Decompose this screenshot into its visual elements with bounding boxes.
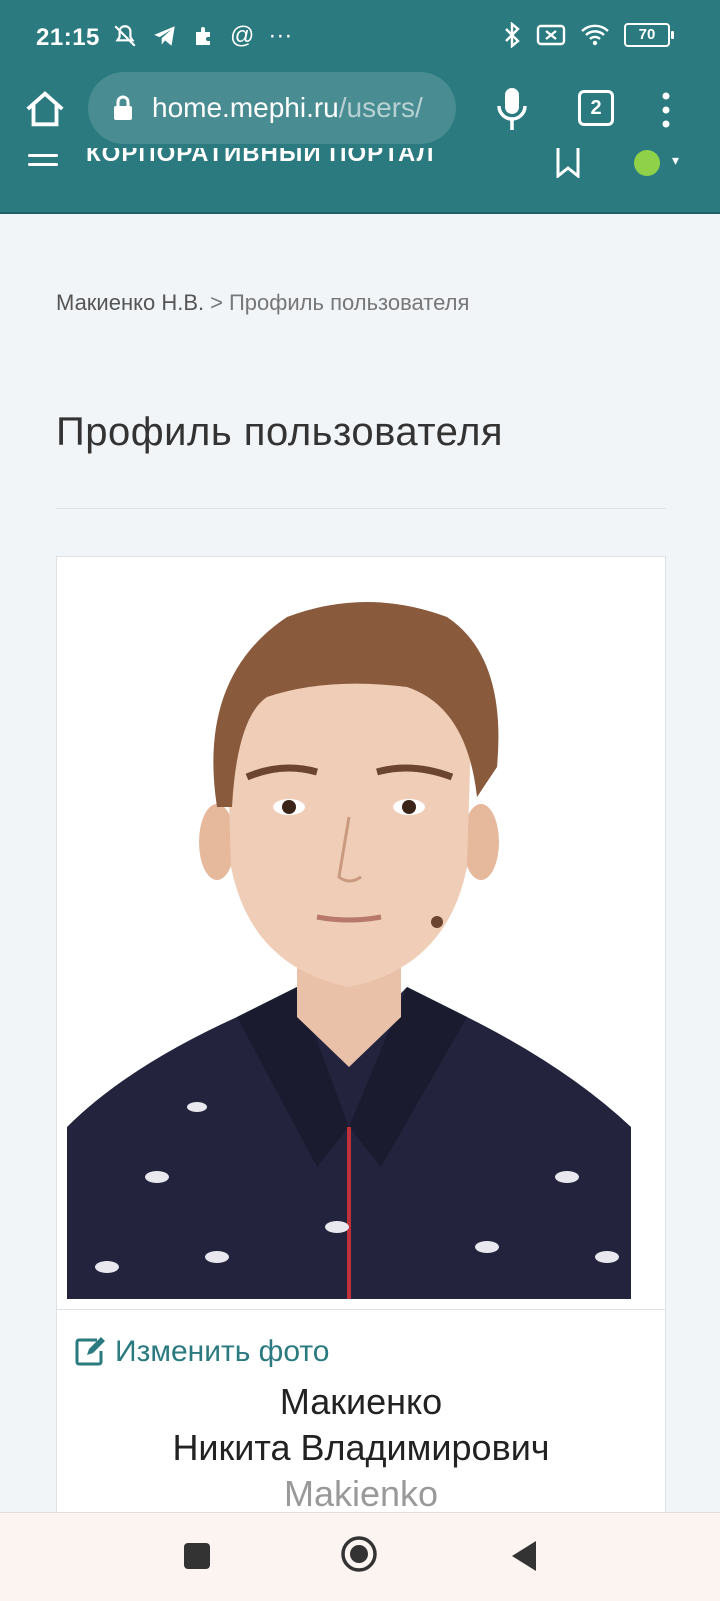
page-title: Профиль пользователя [56,410,504,454]
bookmark-icon[interactable] [554,148,582,178]
status-time: 21:15 [36,24,100,51]
browser-menu-icon[interactable] [656,90,676,130]
more-notifications-icon: ··· [268,22,293,49]
wifi-icon [581,24,609,46]
no-sim-icon [536,24,566,46]
user-latin-name: Makienko [283,1473,439,1514]
user-last-name: Макиенко [279,1381,443,1422]
microphone-icon[interactable] [492,84,532,134]
puzzle-icon [196,27,210,45]
url-text: home.mephi.ru/users/ [152,92,423,124]
home-circle-icon[interactable] [340,1535,378,1573]
muted-bell-icon [114,25,136,47]
home-icon[interactable] [22,86,68,132]
url-path: /users/ [338,92,423,123]
edit-photo-button[interactable]: Изменить фото [75,1335,329,1369]
profile-card: Изменить фото Макиенко Никита Владимиров… [56,556,666,1518]
system-icons: 70 [502,22,674,48]
portal-header: КОРПОРАТИВНЫЙ ПОРТАЛ ▾ [0,148,720,214]
browser-toolbar: home.mephi.ru/users/ 2 [0,72,720,148]
url-host: home.mephi.ru [152,92,339,123]
telegram-icon [154,26,175,46]
bluetooth-icon [505,22,520,48]
breadcrumb-separator: > [210,290,223,315]
edit-photo-label: Изменить фото [115,1335,330,1368]
breadcrumb-current: Профиль пользователя [228,290,470,315]
notification-icons: @ ··· [112,22,292,50]
status-bar: 21:15 @ ··· 70 [0,0,720,74]
divider [57,1309,665,1310]
profile-photo-image [67,567,631,1299]
user-name-block: Макиенко Никита Владимирович Makienko [57,1379,665,1517]
edit-icon [75,1337,105,1366]
breadcrumb-parent-link[interactable]: Макиенко Н.В. [56,290,204,315]
battery-indicator: 70 [624,23,674,47]
at-sign-icon: @ [230,22,255,49]
profile-photo [67,567,631,1299]
back-icon[interactable] [510,1539,540,1573]
system-nav-bar [0,1512,720,1601]
hamburger-menu-icon[interactable] [28,154,58,174]
breadcrumb: Макиенко Н.В. > Профиль пользователя [56,290,469,316]
lock-icon [114,95,132,120]
address-bar[interactable]: home.mephi.ru/users/ [88,72,456,144]
user-status-avatar[interactable] [634,150,660,176]
recents-icon[interactable] [184,1543,210,1569]
chevron-down-icon[interactable]: ▾ [672,152,679,169]
portal-title[interactable]: КОРПОРАТИВНЫЙ ПОРТАЛ [86,148,435,168]
browser-chrome: 21:15 @ ··· 70 home.mephi.ru/users/ 2 [0,0,720,158]
user-first-middle-name: Никита Владимирович [172,1427,550,1468]
divider [56,508,666,509]
tab-switcher-button[interactable]: 2 [578,90,614,126]
